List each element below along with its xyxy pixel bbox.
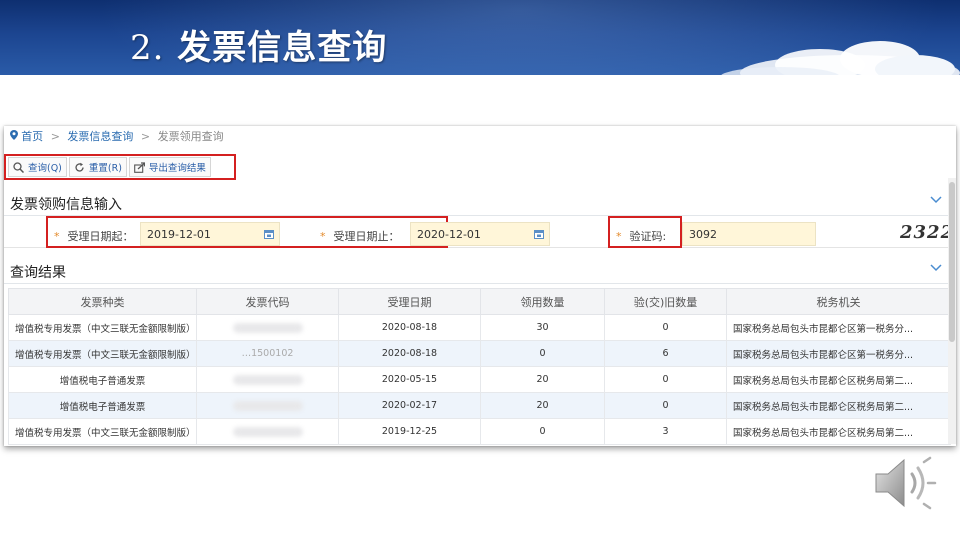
breadcrumb-home[interactable]: 首页 bbox=[21, 130, 43, 143]
redacted-code bbox=[232, 400, 303, 411]
quantity-cell: 20 bbox=[480, 392, 605, 419]
invoice-type-cell: 增值税电子普通发票 bbox=[8, 366, 197, 393]
export-button-label: 导出查询结果 bbox=[148, 163, 206, 174]
chevron-down-icon[interactable] bbox=[930, 196, 942, 204]
scrollbar-thumb[interactable] bbox=[949, 182, 955, 342]
result-section-header[interactable]: 查询结果 bbox=[4, 258, 948, 284]
column-header[interactable]: 发票种类 bbox=[8, 288, 197, 315]
invoice-type-cell: 增值税专用发票（中文三联无金额限制版） bbox=[8, 314, 197, 341]
input-section-header[interactable]: 发票领购信息输入 bbox=[4, 190, 948, 216]
breadcrumb: 首页 > 发票信息查询 > 发票领用查询 bbox=[10, 128, 224, 144]
reset-button-label: 重置(R) bbox=[88, 163, 122, 174]
invoice-code-cell bbox=[196, 366, 339, 393]
returned-cell: 0 bbox=[604, 314, 727, 341]
invoice-type-cell: 增值税专用发票（中文三联无金额限制版） bbox=[8, 340, 197, 367]
results-table-wrap: 发票种类 发票代码 受理日期 领用数量 验(交)旧数量 税务机关 增值税专用发票… bbox=[8, 288, 951, 445]
authority-cell: 国家税务总局包头市昆都仑区税务局第二... bbox=[726, 392, 951, 419]
breadcrumb-current: 发票领用查询 bbox=[157, 130, 224, 143]
breadcrumb-invoice-query[interactable]: 发票信息查询 bbox=[67, 130, 133, 143]
date-cell: 2020-08-18 bbox=[338, 314, 481, 341]
result-section-title: 查询结果 bbox=[10, 265, 66, 281]
returned-cell: 0 bbox=[604, 392, 727, 419]
invoice-type-cell: 增值税电子普通发票 bbox=[8, 392, 197, 419]
export-results-button[interactable]: 导出查询结果 bbox=[128, 157, 211, 177]
returned-cell: 3 bbox=[604, 418, 727, 445]
date-start-label: * 受理日期起： bbox=[54, 230, 134, 243]
date-cell: 2020-05-15 bbox=[338, 366, 481, 393]
invoice-code-cell bbox=[196, 314, 339, 341]
quantity-cell: 30 bbox=[480, 314, 605, 341]
captcha-image[interactable]: 2322 bbox=[900, 222, 954, 243]
table-row[interactable]: 增值税专用发票（中文三联无金额限制版） 2019-12-25 0 3 国家税务总… bbox=[8, 418, 951, 445]
captcha-label: * 验证码: bbox=[616, 230, 667, 243]
breadcrumb-separator: > bbox=[140, 130, 151, 143]
column-header[interactable]: 税务机关 bbox=[726, 288, 951, 315]
query-button-label: 查询(Q) bbox=[28, 163, 62, 174]
calendar-icon[interactable] bbox=[534, 229, 544, 239]
quantity-cell: 0 bbox=[480, 340, 605, 367]
column-header[interactable]: 验(交)旧数量 bbox=[604, 288, 727, 315]
table-header-row: 发票种类 发票代码 受理日期 领用数量 验(交)旧数量 税务机关 bbox=[8, 288, 951, 315]
column-header[interactable]: 受理日期 bbox=[338, 288, 481, 315]
date-cell: 2019-12-25 bbox=[338, 418, 481, 445]
export-icon bbox=[134, 161, 145, 173]
redacted-code bbox=[232, 322, 303, 333]
calendar-icon[interactable] bbox=[264, 229, 274, 239]
date-cell: 2020-08-18 bbox=[338, 340, 481, 367]
results-table: 发票种类 发票代码 受理日期 领用数量 验(交)旧数量 税务机关 增值税专用发票… bbox=[8, 288, 951, 445]
returned-cell: 6 bbox=[604, 340, 727, 367]
table-row[interactable]: 增值税电子普通发票 2020-05-15 20 0 国家税务总局包头市昆都仑区税… bbox=[8, 366, 951, 393]
query-page-screenshot: 首页 > 发票信息查询 > 发票领用查询 查询(Q) 重置(R) 导出查询结果 … bbox=[4, 126, 956, 446]
quantity-cell: 20 bbox=[480, 366, 605, 393]
authority-cell: 国家税务总局包头市昆都仑区税务局第二... bbox=[726, 366, 951, 393]
column-header[interactable]: 发票代码 bbox=[196, 288, 339, 315]
returned-cell: 0 bbox=[604, 366, 727, 393]
table-row[interactable]: 增值税电子普通发票 2020-02-17 20 0 国家税务总局包头市昆都仑区税… bbox=[8, 392, 951, 419]
redacted-code bbox=[232, 426, 303, 437]
date-cell: 2020-02-17 bbox=[338, 392, 481, 419]
captcha-input[interactable]: 3092 bbox=[682, 222, 816, 246]
search-icon bbox=[13, 161, 24, 173]
cloud-graphic bbox=[721, 41, 960, 75]
vertical-scrollbar[interactable] bbox=[948, 178, 956, 444]
column-header[interactable]: 领用数量 bbox=[480, 288, 605, 315]
slide-title-text: 发票信息查询 bbox=[177, 28, 388, 68]
slide-title-number: 2. bbox=[130, 28, 165, 68]
table-row[interactable]: 增值税专用发票（中文三联无金额限制版） …1500102 2020-08-18 … bbox=[8, 340, 951, 367]
date-end-label: * 受理日期止： bbox=[320, 230, 400, 243]
toolbar-highlight: 查询(Q) 重置(R) 导出查询结果 bbox=[4, 154, 236, 180]
invoice-type-cell: 增值税专用发票（中文三联无金额限制版） bbox=[8, 418, 197, 445]
date-end-input[interactable]: 2020-12-01 bbox=[410, 222, 550, 246]
quantity-cell: 0 bbox=[480, 418, 605, 445]
authority-cell: 国家税务总局包头市昆都仑区第一税务分... bbox=[726, 314, 951, 341]
slide-title: 2. 发票信息查询 bbox=[130, 20, 387, 69]
input-section-title: 发票领购信息输入 bbox=[10, 197, 122, 213]
breadcrumb-separator: > bbox=[50, 130, 60, 143]
query-button[interactable]: 查询(Q) bbox=[8, 157, 67, 177]
invoice-code-cell bbox=[196, 418, 339, 445]
slide-banner: 2. 发票信息查询 bbox=[0, 0, 960, 75]
refresh-icon bbox=[75, 162, 84, 172]
authority-cell: 国家税务总局包头市昆都仑区第一税务分... bbox=[726, 340, 951, 367]
authority-cell: 国家税务总局包头市昆都仑区税务局第二... bbox=[726, 418, 951, 445]
date-start-input[interactable]: 2019-12-01 bbox=[140, 222, 280, 246]
chevron-down-icon[interactable] bbox=[930, 264, 942, 272]
invoice-code-cell bbox=[196, 392, 339, 419]
reset-button[interactable]: 重置(R) bbox=[68, 157, 127, 177]
table-row[interactable]: 增值税专用发票（中文三联无金额限制版） 2020-08-18 30 0 国家税务… bbox=[8, 314, 951, 341]
redacted-code bbox=[232, 374, 303, 385]
speaker-icon[interactable] bbox=[872, 452, 938, 514]
invoice-code-cell: …1500102 bbox=[196, 340, 339, 367]
location-pin-icon bbox=[10, 130, 21, 143]
